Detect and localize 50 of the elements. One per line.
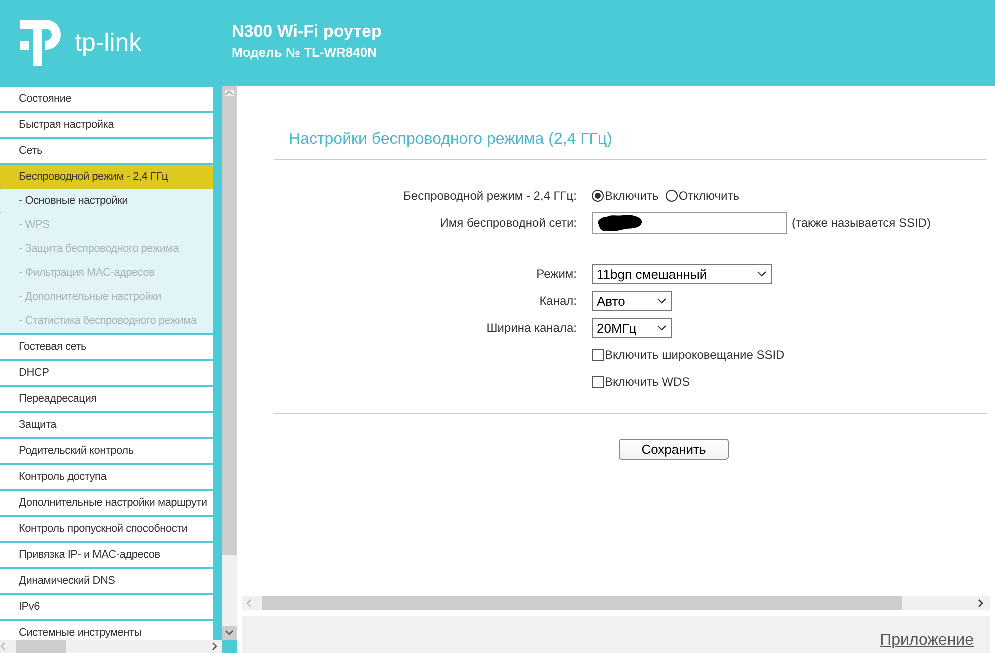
radio-button[interactable] — [666, 190, 678, 202]
vertical-scrollbar[interactable] — [222, 86, 237, 640]
menu-item[interactable]: Динамический DNS — [0, 569, 213, 593]
dropdown[interactable]: 11bgn смешанный — [592, 264, 772, 284]
page-title: Настройки беспроводного режима (2,4 ГГц) — [289, 131, 614, 150]
chevron-down-icon — [657, 298, 667, 304]
checkbox[interactable] — [592, 349, 604, 361]
save-button[interactable]: Сохранить — [619, 439, 729, 460]
menu-item[interactable]: IPv6 — [0, 595, 213, 619]
dropdown[interactable]: 20МГц — [592, 318, 672, 338]
radio-label: Включить — [605, 189, 659, 203]
scroll-right-icon[interactable] — [212, 642, 218, 651]
menu-item[interactable]: Системные инструменты — [0, 621, 213, 641]
chevron-down-icon — [757, 271, 767, 277]
menu-item[interactable]: Сеть — [0, 139, 213, 163]
submenu-item[interactable]: - Основные настройки — [0, 189, 213, 213]
field-hint: (также называется SSID) — [792, 216, 931, 230]
menu-item[interactable]: Состояние — [0, 87, 213, 111]
scroll-down-icon[interactable] — [225, 630, 234, 636]
menu-item[interactable]: Привязка IP- и MAC-адресов — [0, 543, 213, 567]
scroll-right-icon[interactable] — [978, 598, 984, 608]
horizontal-scrollbar[interactable] — [242, 596, 990, 610]
logo-text: tp-link — [75, 28, 142, 58]
menu-item[interactable]: Защита — [0, 413, 213, 437]
field-label: Режим: — [536, 267, 577, 281]
dropdown[interactable]: Авто — [592, 291, 672, 311]
checkbox-label: Включить WDS — [605, 375, 690, 389]
checkbox-label: Включить широковещание SSID — [605, 348, 785, 362]
radio-label: Отключить — [678, 189, 740, 203]
menu-item[interactable]: Контроль доступа — [0, 465, 213, 489]
menu-item[interactable]: Контроль пропускной способности — [0, 517, 213, 541]
menu-item[interactable]: Переадресация — [0, 387, 213, 411]
field-label: Имя беспроводной сети: — [439, 216, 577, 230]
radio-button[interactable] — [592, 190, 604, 202]
field-label: Ширина канала: — [486, 321, 577, 335]
app-link[interactable]: Приложение — [880, 632, 974, 650]
field-label: Беспроводной режим - 2,4 ГГц: — [402, 189, 577, 203]
device-title: N300 Wi-Fi роутер — [232, 22, 382, 42]
checkbox[interactable] — [592, 376, 604, 388]
menu-item[interactable]: Родительский контроль — [0, 439, 213, 463]
horizontal-scrollbar[interactable] — [0, 640, 222, 653]
menu-item[interactable]: Быстрая настройка — [0, 113, 213, 137]
menu-item[interactable]: Беспроводной режим - 2,4 ГГц — [0, 165, 213, 189]
ssid-field[interactable] — [592, 212, 787, 234]
menu-item[interactable]: DHCP — [0, 361, 213, 385]
chevron-down-icon — [657, 325, 667, 331]
field-label: Канал: — [538, 294, 577, 308]
model-label: Модель № TL-WR840N — [232, 45, 378, 60]
menu-item[interactable]: Дополнительные настройки маршрути — [0, 491, 213, 515]
menu-item[interactable]: Гостевая сеть — [0, 335, 213, 359]
